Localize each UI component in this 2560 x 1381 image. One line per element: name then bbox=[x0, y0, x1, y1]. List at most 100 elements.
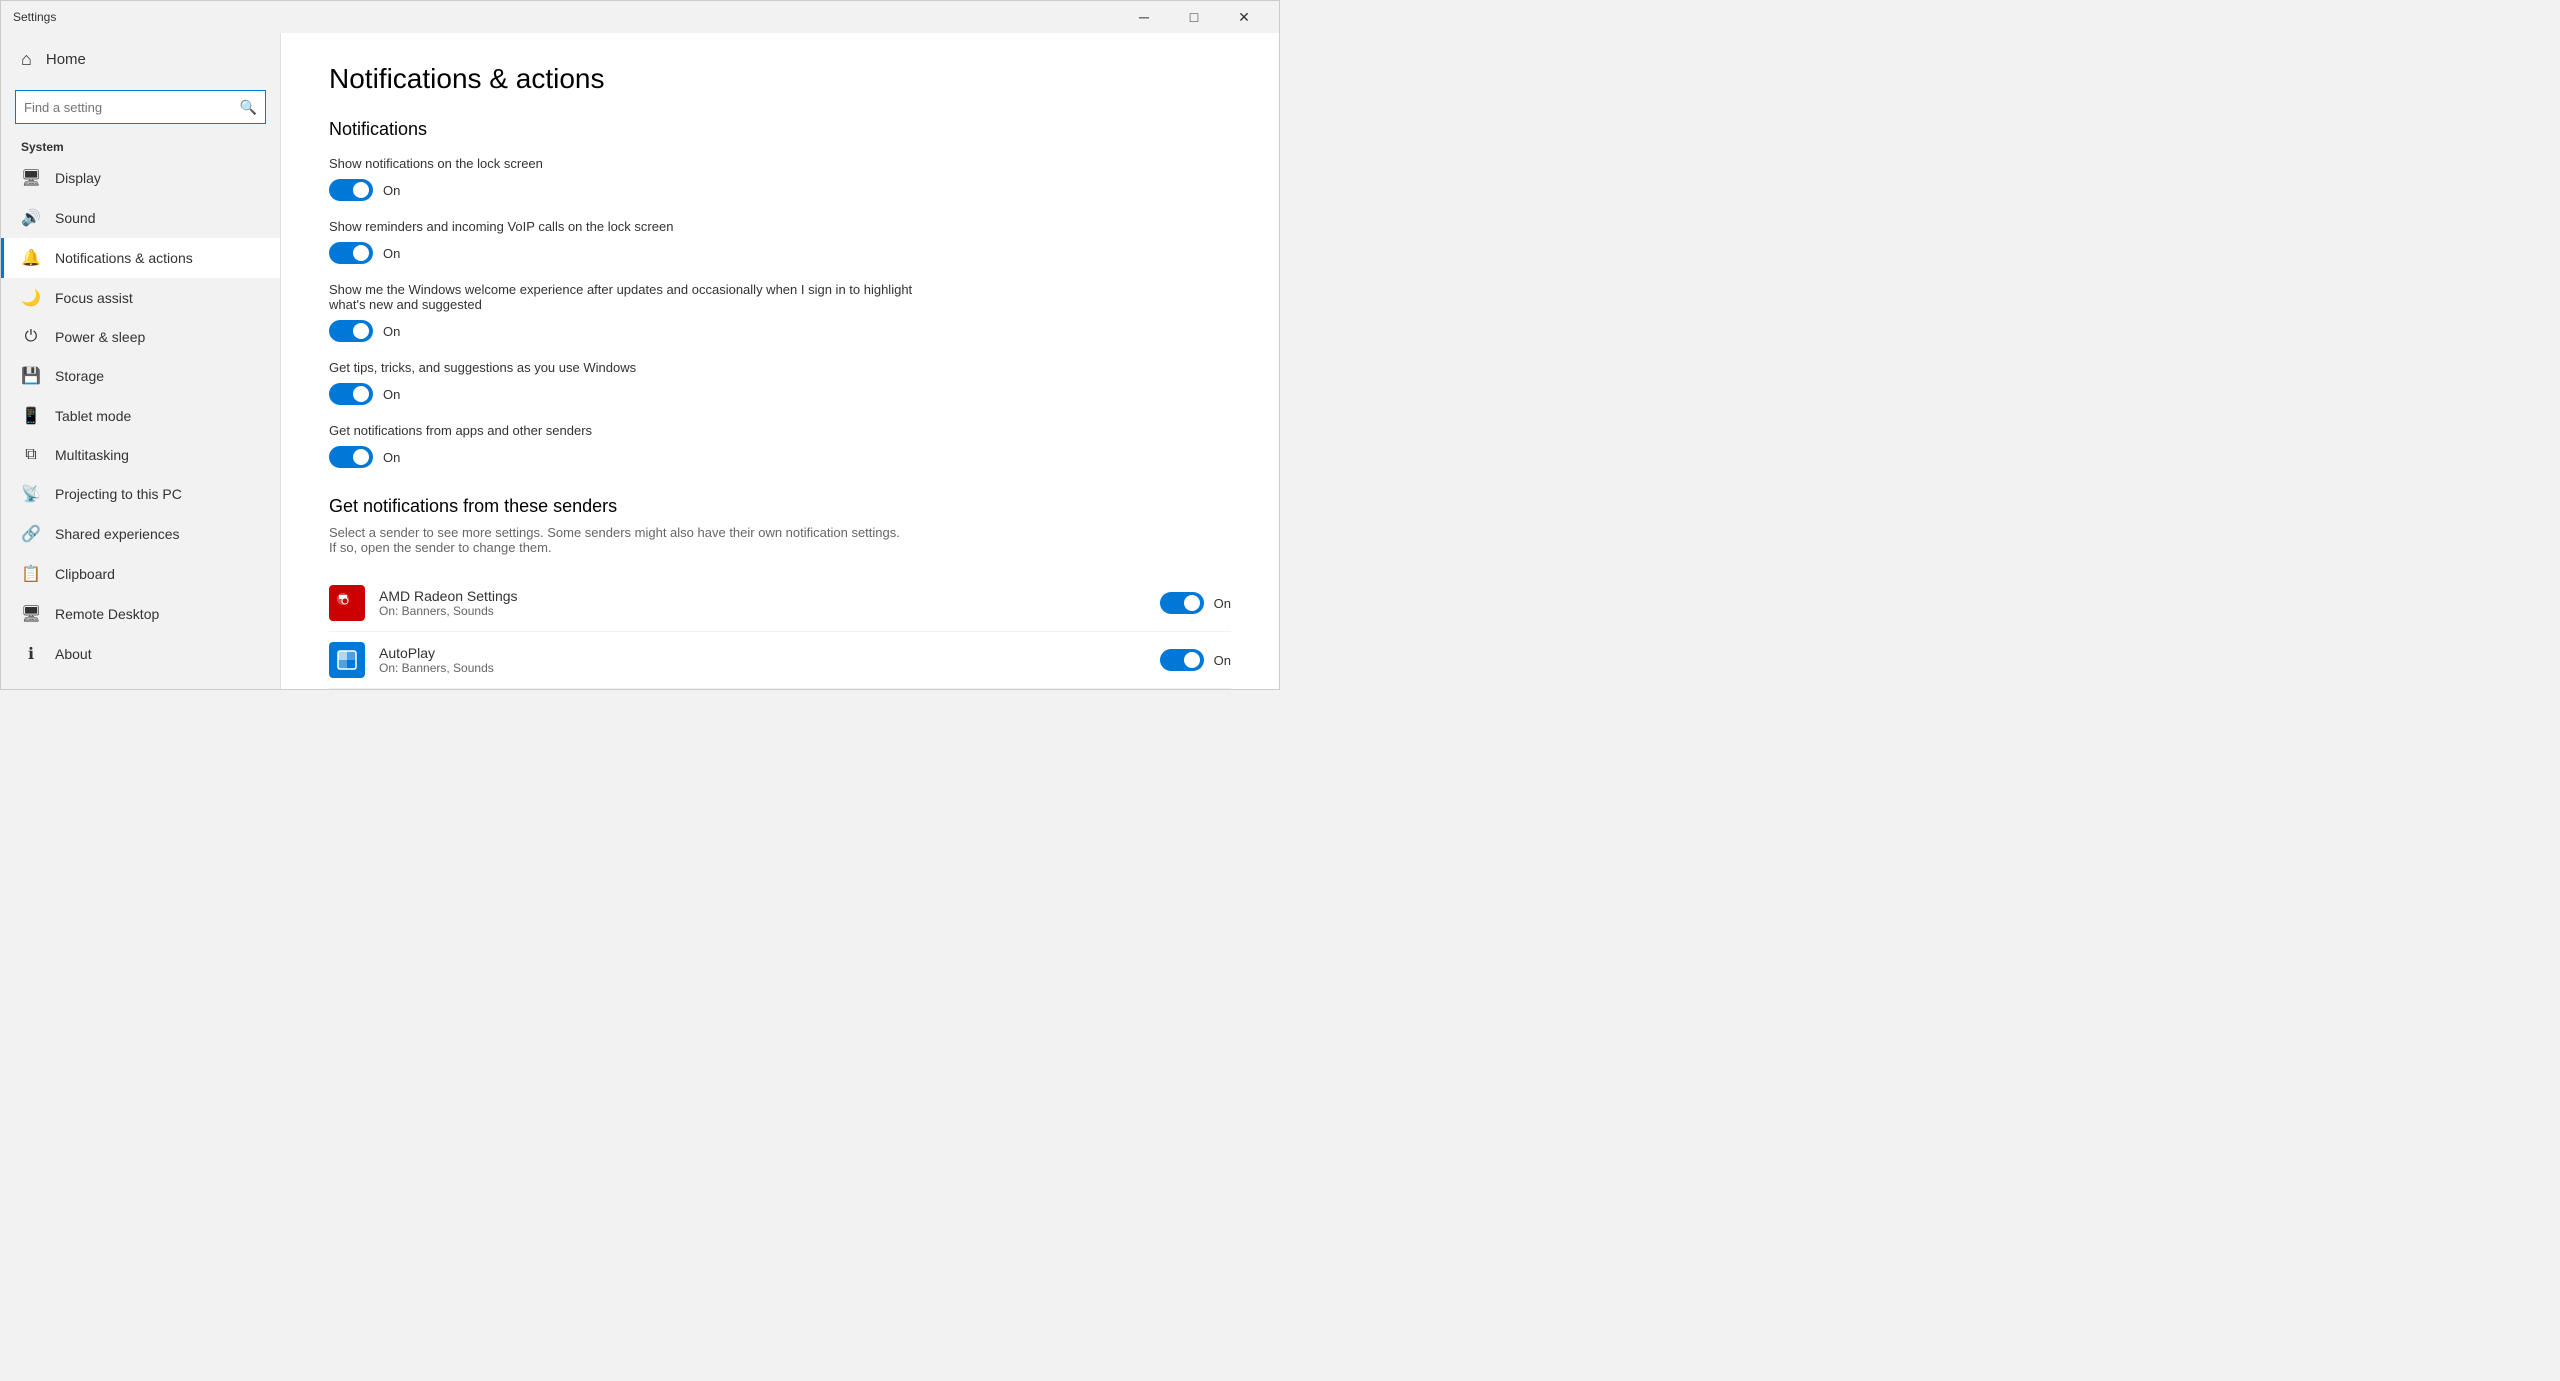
sidebar-item-focus-assist-label: Focus assist bbox=[55, 290, 133, 306]
search-input[interactable] bbox=[24, 100, 240, 115]
sidebar-item-sound-label: Sound bbox=[55, 210, 95, 226]
window-title: Settings bbox=[13, 10, 56, 24]
amd-toggle-area: On bbox=[1160, 592, 1231, 614]
toggle-lock-screen[interactable] bbox=[329, 179, 373, 201]
sidebar-item-clipboard-label: Clipboard bbox=[55, 566, 115, 582]
toggle-amd-label: On bbox=[1214, 596, 1231, 611]
clipboard-nav-icon: 📋 bbox=[21, 564, 41, 584]
toggle-row-voip: On bbox=[329, 242, 1231, 264]
multitasking-nav-icon: ⧉ bbox=[21, 446, 41, 464]
display-nav-icon: 🖥 bbox=[21, 168, 41, 188]
toggle-row-tips: On bbox=[329, 383, 1231, 405]
toggle-voip[interactable] bbox=[329, 242, 373, 264]
about-nav-icon: ℹ bbox=[21, 644, 41, 664]
app-row-amd[interactable]: AMD Radeon Settings On: Banners, Sounds … bbox=[329, 575, 1231, 632]
toggle-tips-label: On bbox=[383, 387, 400, 402]
setting-app-notifications: Get notifications from apps and other se… bbox=[329, 423, 1231, 468]
toggle-app-notifications[interactable] bbox=[329, 446, 373, 468]
setting-tips-label: Get tips, tricks, and suggestions as you… bbox=[329, 360, 929, 375]
amd-app-sub: On: Banners, Sounds bbox=[379, 604, 1160, 618]
toggle-autoplay[interactable] bbox=[1160, 649, 1204, 671]
sidebar-item-notifications-label: Notifications & actions bbox=[55, 250, 193, 266]
autoplay-toggle-area: On bbox=[1160, 649, 1231, 671]
sidebar-item-multitasking-label: Multitasking bbox=[55, 447, 129, 463]
amd-svg-icon bbox=[335, 591, 359, 615]
senders-section-title: Get notifications from these senders bbox=[329, 496, 1231, 517]
toggle-welcome[interactable] bbox=[329, 320, 373, 342]
sidebar-item-about[interactable]: ℹ About bbox=[1, 634, 280, 674]
autoplay-app-icon bbox=[329, 642, 365, 678]
sidebar-item-clipboard[interactable]: 📋 Clipboard bbox=[1, 554, 280, 594]
power-nav-icon: ⏻ bbox=[21, 328, 41, 346]
setting-app-notifications-label: Get notifications from apps and other se… bbox=[329, 423, 929, 438]
sidebar-item-notifications[interactable]: 🔔 Notifications & actions bbox=[1, 238, 280, 278]
toggle-row-app-notifications: On bbox=[329, 446, 1231, 468]
home-icon: ⌂ bbox=[21, 49, 32, 70]
sidebar-item-projecting[interactable]: 📡 Projecting to this PC bbox=[1, 474, 280, 514]
home-label: Home bbox=[46, 51, 86, 68]
title-bar: Settings ─ □ ✕ bbox=[1, 1, 1279, 33]
sidebar-item-shared[interactable]: 🔗 Shared experiences bbox=[1, 514, 280, 554]
sidebar-item-home[interactable]: ⌂ Home bbox=[1, 33, 280, 86]
amd-app-info: AMD Radeon Settings On: Banners, Sounds bbox=[379, 588, 1160, 618]
page-title: Notifications & actions bbox=[329, 63, 1231, 95]
autoplay-svg-icon bbox=[336, 649, 358, 671]
sidebar-item-about-label: About bbox=[55, 646, 92, 662]
autoplay-app-info: AutoPlay On: Banners, Sounds bbox=[379, 645, 1160, 675]
shared-nav-icon: 🔗 bbox=[21, 524, 41, 544]
minimize-button[interactable]: ─ bbox=[1121, 1, 1167, 33]
window-body: ⌂ Home 🔍 System 🖥 Display 🔊 Sound 🔔 Noti… bbox=[1, 33, 1279, 689]
toggle-row-lock-screen: On bbox=[329, 179, 1231, 201]
sidebar-item-power-label: Power & sleep bbox=[55, 329, 145, 345]
sidebar-item-focus-assist[interactable]: 🌙 Focus assist bbox=[1, 278, 280, 318]
close-button[interactable]: ✕ bbox=[1221, 1, 1267, 33]
sidebar-item-display[interactable]: 🖥 Display bbox=[1, 158, 280, 198]
main-content: Notifications & actions Notifications Sh… bbox=[281, 33, 1279, 689]
storage-nav-icon: 💾 bbox=[21, 366, 41, 386]
sound-nav-icon: 🔊 bbox=[21, 208, 41, 228]
amd-app-icon bbox=[329, 585, 365, 621]
sidebar-section-system: System bbox=[1, 134, 280, 158]
sidebar-item-remote[interactable]: 🖥 Remote Desktop bbox=[1, 594, 280, 634]
notifications-section-title: Notifications bbox=[329, 119, 1231, 140]
autoplay-app-sub: On: Banners, Sounds bbox=[379, 661, 1160, 675]
sidebar-item-storage-label: Storage bbox=[55, 368, 104, 384]
tablet-nav-icon: 📱 bbox=[21, 406, 41, 426]
focus-assist-nav-icon: 🌙 bbox=[21, 288, 41, 308]
sidebar-item-projecting-label: Projecting to this PC bbox=[55, 486, 182, 502]
senders-section-desc: Select a sender to see more settings. So… bbox=[329, 525, 909, 555]
sidebar-item-storage[interactable]: 💾 Storage bbox=[1, 356, 280, 396]
setting-voip-label: Show reminders and incoming VoIP calls o… bbox=[329, 219, 929, 234]
sidebar-item-tablet-label: Tablet mode bbox=[55, 408, 131, 424]
sidebar-item-power[interactable]: ⏻ Power & sleep bbox=[1, 318, 280, 356]
autoplay-app-name: AutoPlay bbox=[379, 645, 1160, 661]
projecting-nav-icon: 📡 bbox=[21, 484, 41, 504]
sidebar-item-shared-label: Shared experiences bbox=[55, 526, 180, 542]
toggle-row-welcome: On bbox=[329, 320, 1231, 342]
setting-tips: Get tips, tricks, and suggestions as you… bbox=[329, 360, 1231, 405]
toggle-lock-screen-label: On bbox=[383, 183, 400, 198]
window-controls: ─ □ ✕ bbox=[1121, 1, 1267, 33]
amd-app-name: AMD Radeon Settings bbox=[379, 588, 1160, 604]
toggle-voip-label: On bbox=[383, 246, 400, 261]
toggle-tips[interactable] bbox=[329, 383, 373, 405]
setting-voip: Show reminders and incoming VoIP calls o… bbox=[329, 219, 1231, 264]
sidebar-item-multitasking[interactable]: ⧉ Multitasking bbox=[1, 436, 280, 474]
toggle-amd[interactable] bbox=[1160, 592, 1204, 614]
maximize-button[interactable]: □ bbox=[1171, 1, 1217, 33]
search-box[interactable]: 🔍 bbox=[15, 90, 266, 124]
setting-lock-screen: Show notifications on the lock screen On bbox=[329, 156, 1231, 201]
sidebar: ⌂ Home 🔍 System 🖥 Display 🔊 Sound 🔔 Noti… bbox=[1, 33, 281, 689]
setting-lock-screen-label: Show notifications on the lock screen bbox=[329, 156, 929, 171]
toggle-welcome-label: On bbox=[383, 324, 400, 339]
app-row-autoplay[interactable]: AutoPlay On: Banners, Sounds On bbox=[329, 632, 1231, 689]
notifications-nav-icon: 🔔 bbox=[21, 248, 41, 268]
sidebar-item-tablet[interactable]: 📱 Tablet mode bbox=[1, 396, 280, 436]
toggle-autoplay-label: On bbox=[1214, 653, 1231, 668]
setting-welcome-label: Show me the Windows welcome experience a… bbox=[329, 282, 929, 312]
toggle-app-notifications-label: On bbox=[383, 450, 400, 465]
sidebar-item-remote-label: Remote Desktop bbox=[55, 606, 159, 622]
sidebar-item-sound[interactable]: 🔊 Sound bbox=[1, 198, 280, 238]
setting-welcome: Show me the Windows welcome experience a… bbox=[329, 282, 1231, 342]
search-icon: 🔍 bbox=[240, 99, 257, 116]
